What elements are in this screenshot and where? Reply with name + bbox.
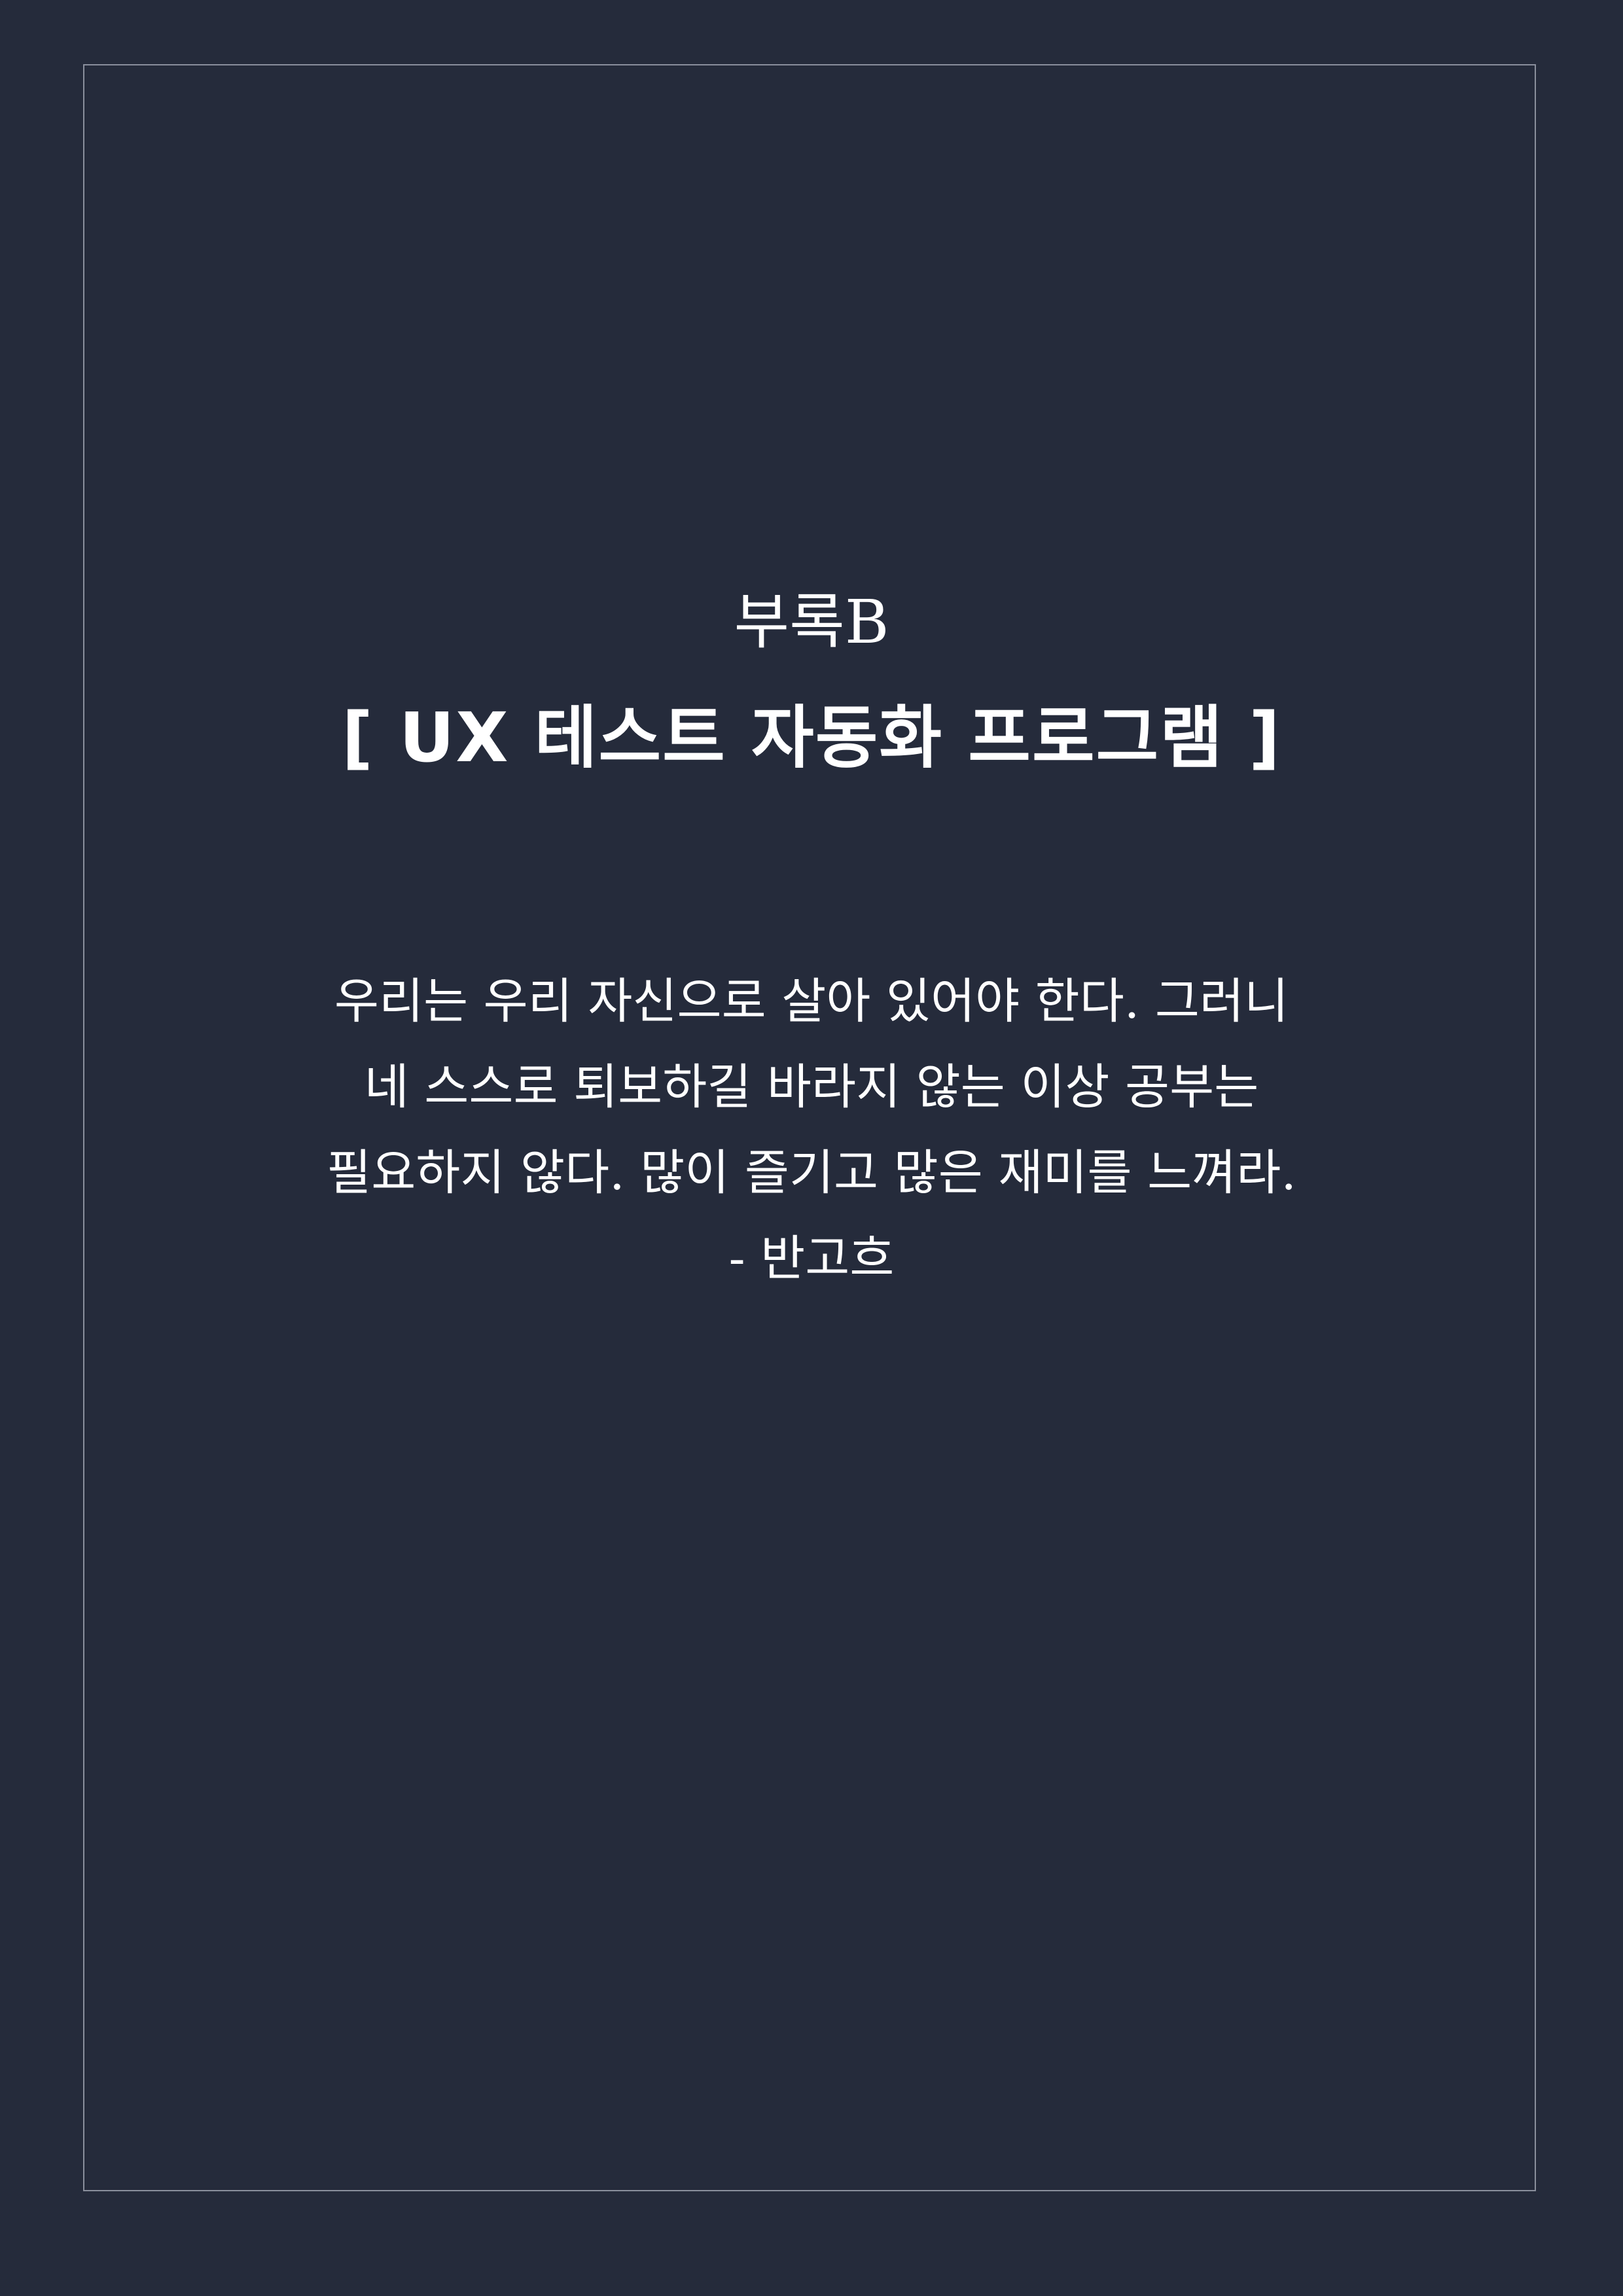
quote-author: - 반고흐 xyxy=(728,1230,895,1287)
quote-line-2: 네 스스로 퇴보하길 바라지 않는 이상 공부는 xyxy=(364,1059,1259,1115)
quote-block: 우리는 우리 자신으로 살아 있어야 한다. 그러니 네 스스로 퇴보하길 바라… xyxy=(0,959,1623,1302)
appendix-label: 부록B xyxy=(734,587,889,657)
page-title: [ UX 테스트 자동화 프로그램 ] xyxy=(342,698,1281,778)
quote-line-3: 필요하지 않다. 많이 즐기고 많은 재미를 느껴라. xyxy=(327,1145,1296,1201)
quote-line-1: 우리는 우리 자신으로 살아 있어야 한다. 그러니 xyxy=(334,973,1289,1030)
